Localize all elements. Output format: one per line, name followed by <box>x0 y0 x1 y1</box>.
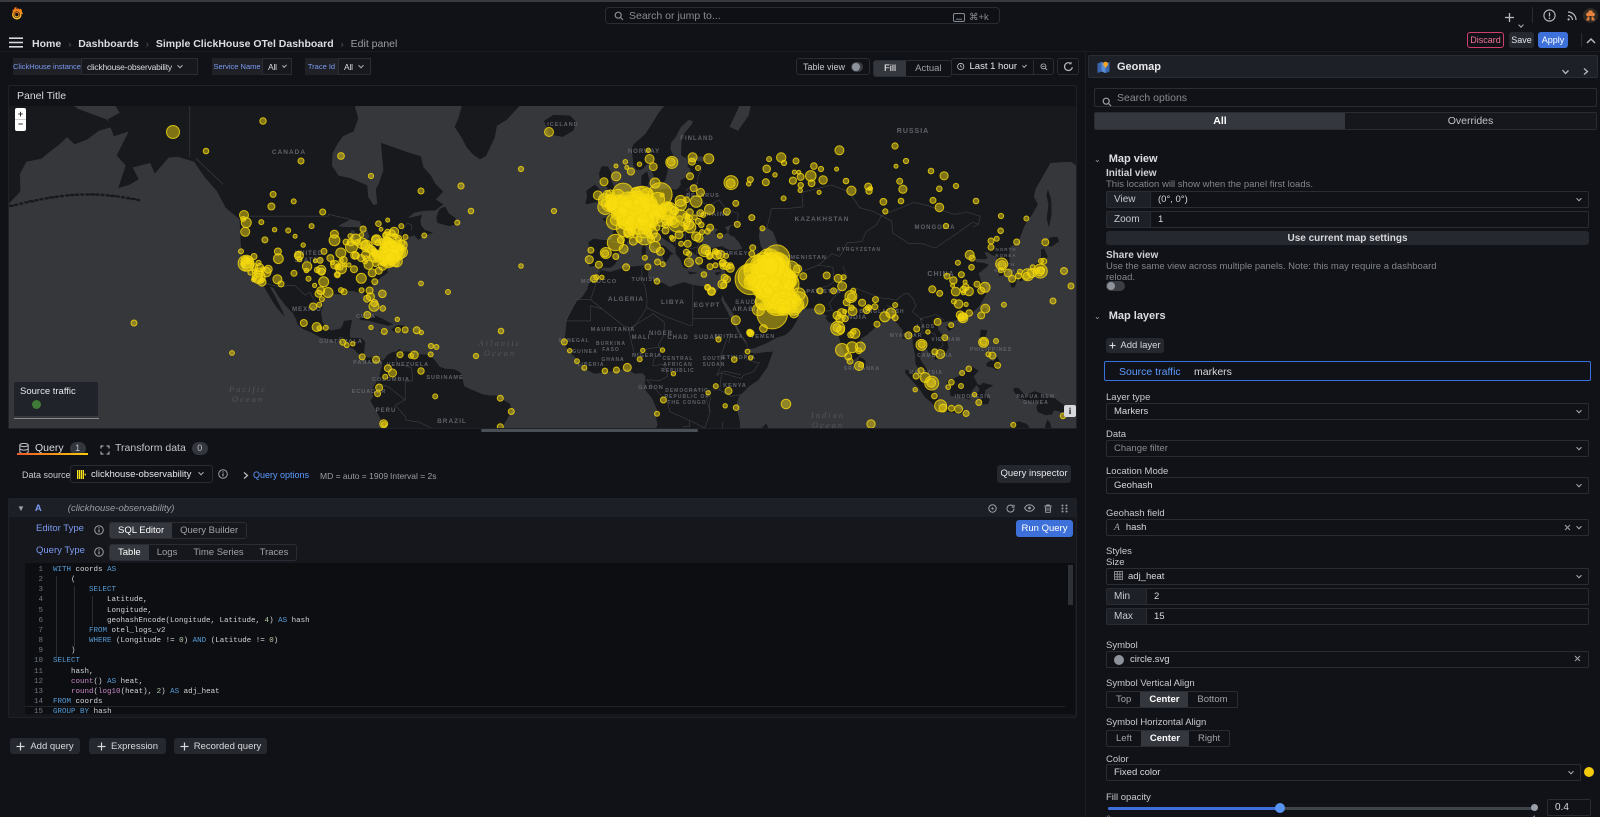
svg-text:MONGOLIA: MONGOLIA <box>915 225 956 231</box>
svg-text:PERU: PERU <box>376 408 397 414</box>
svg-text:NORWAY: NORWAY <box>628 149 660 155</box>
svg-text:GHANA: GHANA <box>601 357 624 363</box>
svg-text:GUINEA: GUINEA <box>572 349 597 355</box>
svg-text:Pacific: Pacific <box>228 384 267 394</box>
svg-text:NORTH: NORTH <box>996 247 1017 252</box>
svg-text:GUINEA: GUINEA <box>1023 400 1048 406</box>
svg-text:SURINAME: SURINAME <box>426 375 463 381</box>
svg-text:Atlantic: Atlantic <box>478 338 522 348</box>
svg-text:THE CONGO: THE CONGO <box>667 400 706 406</box>
svg-text:BRAZIL: BRAZIL <box>437 418 467 425</box>
svg-text:FASO: FASO <box>602 347 620 353</box>
svg-text:REPUBLIC: REPUBLIC <box>661 368 695 374</box>
svg-text:MALI: MALI <box>632 335 651 341</box>
svg-text:ICELAND: ICELAND <box>547 122 578 128</box>
svg-text:SUDAN: SUDAN <box>703 362 726 368</box>
svg-text:YEMEN: YEMEN <box>751 334 776 340</box>
svg-text:KOREA: KOREA <box>995 253 1016 258</box>
svg-text:KAZAKHSTAN: KAZAKHSTAN <box>795 216 850 223</box>
svg-text:LIBYA: LIBYA <box>661 299 685 306</box>
svg-text:CHINA: CHINA <box>927 271 954 278</box>
svg-text:ALGERIA: ALGERIA <box>608 296 644 303</box>
svg-text:RUSSIA: RUSSIA <box>897 128 929 135</box>
svg-text:NIGERIA: NIGERIA <box>632 353 662 359</box>
svg-text:Ocean: Ocean <box>484 348 516 358</box>
svg-text:MAURITANIA: MAURITANIA <box>591 327 635 333</box>
svg-text:EGYPT: EGYPT <box>693 302 720 309</box>
svg-text:Indian: Indian <box>810 410 845 420</box>
svg-text:KYRGYZSTAN: KYRGYZSTAN <box>837 247 881 253</box>
svg-text:Ocean: Ocean <box>232 394 264 404</box>
svg-text:MOROCCO: MOROCCO <box>581 279 617 285</box>
svg-text:Ocean: Ocean <box>812 420 844 428</box>
svg-text:FINLAND: FINLAND <box>680 136 713 142</box>
svg-text:MEXICO: MEXICO <box>292 307 322 313</box>
svg-text:CHAD: CHAD <box>667 335 688 341</box>
svg-text:VENEZUELA: VENEZUELA <box>387 362 429 368</box>
svg-text:COLOMBIA: COLOMBIA <box>372 377 410 383</box>
svg-text:CANADA: CANADA <box>272 149 306 156</box>
svg-text:GABON: GABON <box>638 385 663 391</box>
